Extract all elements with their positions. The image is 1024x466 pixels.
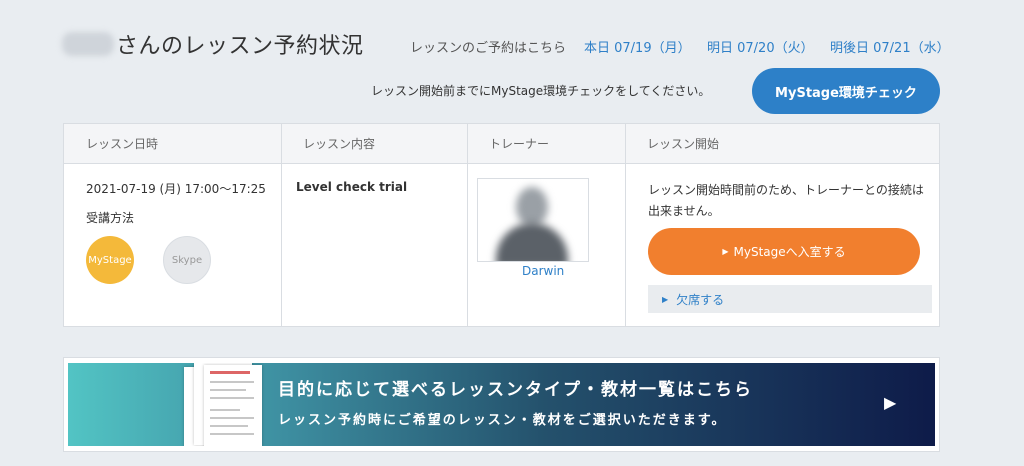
trainer-photo-head [516, 187, 548, 227]
lesson-types-banner[interactable]: 目的に応じて選べるレッスンタイプ・教材一覧はこちら レッスン予約時にご希望のレッ… [63, 357, 940, 452]
date-link-day-after[interactable]: 明後日 07/21（水） [830, 37, 950, 56]
method-skype-badge: Skype [163, 236, 211, 284]
document-text-line [210, 397, 254, 399]
column-divider [281, 124, 282, 326]
document-text-line [210, 381, 254, 383]
reserve-label: レッスンのご予約はこちら [410, 41, 567, 56]
trainer-photo[interactable] [477, 178, 589, 262]
method-label: 受講方法 [86, 211, 135, 225]
header-lesson-datetime: レッスン日時 [86, 137, 159, 151]
date-link-today[interactable]: 本日 07/19（月） [584, 37, 691, 56]
environment-check-button[interactable]: MyStage環境チェック [752, 68, 940, 114]
table-header: レッスン日時 レッスン内容 トレーナー レッスン開始 [64, 124, 939, 164]
absent-label: 欠席する [676, 292, 725, 307]
date-link-tomorrow[interactable]: 明日 07/20（火） [707, 37, 814, 56]
header-trainer: トレーナー [489, 137, 550, 151]
trainer-name-link[interactable]: Darwin [522, 264, 564, 278]
document-text-line [210, 425, 248, 427]
absent-button[interactable]: ▶ 欠席する [648, 285, 932, 313]
method-mystage-badge: MyStage [86, 236, 134, 284]
play-icon: ▶ [722, 247, 729, 256]
environment-check-note: レッスン開始前までにMyStage環境チェックをしてください。 [371, 84, 711, 98]
chevron-right-icon: ▶ [884, 393, 897, 412]
document-heading-line [210, 371, 250, 374]
banner-background: 目的に応じて選べるレッスンタイプ・教材一覧はこちら レッスン予約時にご希望のレッ… [68, 363, 935, 446]
column-divider [625, 124, 626, 326]
enter-mystage-button[interactable]: ▶ MyStageへ入室する [648, 228, 920, 275]
lesson-datetime: 2021-07-19 (月) 17:00〜17:25 [86, 182, 266, 196]
document-text-line [210, 389, 246, 391]
enter-mystage-label: MyStageへ入室する [733, 245, 846, 259]
trainer-photo-body [496, 223, 568, 261]
document-text-line [210, 417, 254, 419]
lesson-content: Level check trial [296, 180, 408, 194]
banner-title: 目的に応じて選べるレッスンタイプ・教材一覧はこちら [278, 380, 753, 400]
page-title: さんのレッスン予約状況 [116, 34, 364, 59]
lesson-start-note: レッスン開始時間前のため、トレーナーとの接続は出来ません。 [648, 183, 924, 218]
column-divider [467, 124, 468, 326]
document-text-line [210, 433, 254, 435]
header-lesson-start: レッスン開始 [647, 137, 720, 151]
document-thumbnail [204, 365, 262, 446]
document-text-line [210, 409, 240, 411]
header-lesson-content: レッスン内容 [303, 137, 376, 151]
page-header: さんのレッスン予約状況 レッスンのご予約はこちら 本日 07/19（月） 明日 … [0, 0, 1024, 114]
user-name-redacted [62, 32, 114, 56]
banner-subtitle: レッスン予約時にご希望のレッスン・教材をご選択いただきます。 [278, 413, 727, 428]
play-icon: ▶ [662, 294, 669, 304]
lesson-table: レッスン日時 レッスン内容 トレーナー レッスン開始 2021-07-19 (月… [63, 123, 940, 327]
